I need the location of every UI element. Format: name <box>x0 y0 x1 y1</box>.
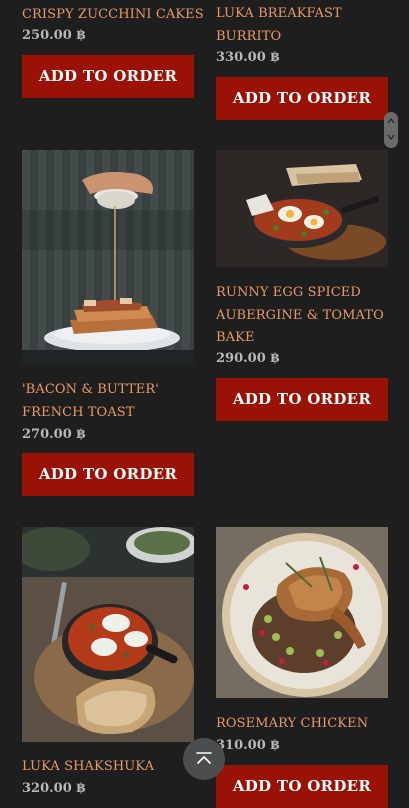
chevron-down-icon[interactable] <box>387 134 395 140</box>
menu-item-title: LUKA BREAKFAST BURRITO <box>216 6 342 44</box>
menu-item-price: 250.00 ฿ <box>22 28 86 43</box>
add-to-order-button[interactable]: ADD TO ORDER <box>22 55 194 98</box>
menu-item-card: LUKA SHAKSHUKA 320.00 ฿ <box>22 527 194 796</box>
menu-item-title: LUKA SHAKSHUKA <box>22 759 155 774</box>
aubergine-bake-photo <box>216 150 388 267</box>
menu-item-title: CRISPY ZUCCHINI CAKES <box>22 7 204 22</box>
menu-item-title: ROSEMARY CHICKEN <box>216 716 369 731</box>
scroll-stepper[interactable] <box>384 112 398 148</box>
scroll-to-top-button[interactable] <box>183 738 225 780</box>
shakshuka-photo <box>22 527 194 742</box>
menu-item-title: 'BACON & BUTTER' FRENCH TOAST <box>22 382 159 420</box>
menu-item-price: 290.00 ฿ <box>216 351 280 366</box>
menu-item-card: ROSEMARY CHICKEN 310.00 ฿ ADD TO ORDER <box>216 527 388 808</box>
add-to-order-button[interactable]: ADD TO ORDER <box>216 378 388 421</box>
rosemary-chicken-photo <box>216 527 388 698</box>
menu-item-price: 320.00 ฿ <box>22 781 86 796</box>
menu-item-title: RUNNY EGG SPICED AUBERGINE & TOMATO BAKE <box>216 285 384 345</box>
add-to-order-button[interactable]: ADD TO ORDER <box>216 77 388 120</box>
chevron-up-icon[interactable] <box>387 118 395 124</box>
menu-item-price: 310.00 ฿ <box>216 738 280 753</box>
menu-item-price: 330.00 ฿ <box>216 50 280 65</box>
menu-item-card: RUNNY EGG SPICED AUBERGINE & TOMATO BAKE… <box>216 150 388 421</box>
arrow-up-to-top-icon <box>196 752 212 764</box>
add-to-order-button[interactable]: ADD TO ORDER <box>216 765 388 808</box>
french-toast-photo <box>22 150 194 365</box>
menu-item-price: 270.00 ฿ <box>22 427 86 442</box>
menu-item-card: 'BACON & BUTTER' FRENCH TOAST 270.00 ฿ A… <box>22 150 194 496</box>
add-to-order-button[interactable]: ADD TO ORDER <box>22 453 194 496</box>
